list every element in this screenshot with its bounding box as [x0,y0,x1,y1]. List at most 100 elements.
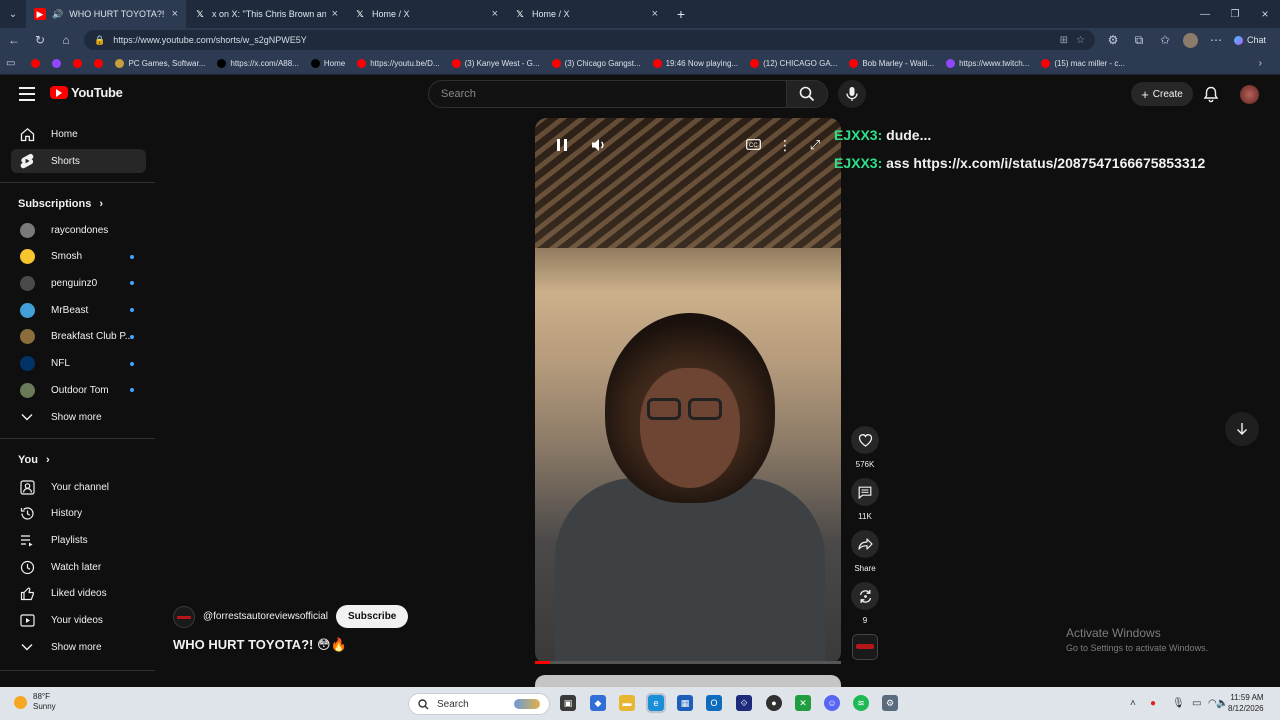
outlook-icon[interactable]: O [706,695,722,711]
discord-icon[interactable]: ☺ [824,695,840,711]
sidebar-item-watch-later[interactable]: Watch later [11,555,146,579]
tab-x-post[interactable]: 𝕏 x on X: "This Chris Brown and Ush × [186,0,346,28]
back-icon[interactable]: ← [6,33,22,47]
create-button[interactable]: + Create [1131,82,1193,106]
sidebar-subscription-item[interactable]: Outdoor Tom [11,378,146,402]
search-input[interactable]: Search [428,80,787,108]
bookmarks-more-chevron-icon[interactable]: › [1259,58,1274,69]
bookmark-item[interactable]: PC Games, Softwar... [109,58,211,68]
weather-widget[interactable]: 88°F Sunny [14,692,56,712]
refresh-icon[interactable]: ↻ [32,33,48,47]
url-field[interactable]: 🔒 https://www.youtube.com/shorts/w_s2gNP… [84,30,1095,50]
fullscreen-icon[interactable]: ⤢ [807,137,823,153]
tray-app-icon[interactable]: ● [1150,698,1156,709]
bookmark-item[interactable]: https://youtu.be/D... [351,58,445,68]
voice-search-button[interactable] [838,80,866,108]
minimize-icon[interactable]: — [1190,9,1220,20]
more-menu-icon[interactable]: ⋯ [1208,33,1224,47]
spotify-icon[interactable]: ≋ [853,695,869,711]
you-header[interactable]: You › [18,454,50,466]
calculator-icon[interactable]: ▦ [677,695,693,711]
close-tab-icon[interactable]: × [332,8,338,20]
bookmark-item[interactable] [67,58,88,68]
copilot-chat-button[interactable]: Chat [1233,35,1274,45]
new-tab-button[interactable]: + [666,6,696,22]
task-view-icon[interactable]: ▣ [560,695,576,711]
sidebar-item-your-videos[interactable]: Your videos [11,609,146,633]
close-tab-icon[interactable]: × [492,8,498,20]
xbox-icon[interactable]: ✕ [795,695,811,711]
bookmark-item[interactable]: https://x.com/A88... [211,58,304,68]
bookmark-item[interactable] [88,58,109,68]
sidebar-item-home[interactable]: Home [11,122,146,146]
show-more-subscriptions[interactable]: Show more [11,405,146,429]
youtube-logo[interactable]: YouTube [50,85,123,100]
sidebar-subscription-item[interactable]: NFL [11,352,146,376]
tab-actions-chevron-icon[interactable]: ⌄ [0,9,26,20]
tab-list-icon[interactable]: ▭ [6,58,15,69]
tray-microphone-icon[interactable]: 🎙 [1172,698,1185,709]
bookmark-item[interactable] [46,58,67,68]
split-screen-icon[interactable]: ⧉ [1131,33,1147,48]
more-options-icon[interactable]: ⋮ [778,137,792,153]
file-explorer-icon[interactable]: ▬ [619,695,635,711]
tab-x-home-2[interactable]: 𝕏 Home / X × [506,0,666,28]
tab-youtube-short[interactable]: ▶ 🔊 WHO HURT TOYOTA?! 😳🔥 × [26,0,186,28]
pause-icon[interactable] [553,138,571,152]
start-windows-icon[interactable] [382,695,398,711]
close-tab-icon[interactable]: × [652,8,658,20]
sidebar-subscription-item[interactable]: raycondones [11,218,146,242]
tray-speaker-icon[interactable]: 🔈 [1216,698,1228,709]
channel-avatar[interactable] [173,605,195,628]
video-progress-track[interactable] [535,661,841,664]
bookmark-item[interactable]: https://www.twitch... [940,58,1035,68]
comments-button[interactable] [851,478,879,506]
sidebar-item-liked-videos[interactable]: Liked videos [11,582,146,606]
share-button[interactable] [851,530,879,558]
sidebar-subscription-item[interactable]: MrBeast [11,298,146,322]
sidebar-subscription-item[interactable]: penguinz0 [11,271,146,295]
favorites-icon[interactable]: ✩ [1157,33,1173,47]
sidebar-item-history[interactable]: History [11,502,146,526]
volume-icon[interactable] [590,137,608,153]
shorts-video-player[interactable]: CC ⋮ ⤢ [535,118,841,664]
restore-icon[interactable]: ❐ [1220,9,1250,20]
bookmark-item[interactable]: (3) Chicago Gangst... [546,58,647,68]
sidebar-item-your-channel[interactable]: Your channel [11,475,146,499]
like-button[interactable] [851,426,879,454]
captions-icon[interactable]: CC [745,138,761,150]
sound-thumbnail[interactable] [852,634,878,660]
next-short-preview[interactable] [535,675,841,687]
sidebar-item-shorts[interactable]: Shorts [11,149,146,173]
bookmark-item[interactable]: Home [305,58,351,68]
bookmark-item[interactable] [25,58,46,68]
taskbar-clock[interactable]: 11:59 AM 8/12/2026 [1228,692,1264,714]
tray-display-icon[interactable]: ▭ [1192,698,1201,709]
bookmark-item[interactable]: Bob Marley - Waiti... [843,58,940,68]
speaker-icon[interactable]: 🔊 [52,9,63,20]
subscriptions-header[interactable]: Subscriptions › [18,198,103,210]
home-browser-icon[interactable]: ⌂ [58,33,74,47]
close-tab-icon[interactable]: × [172,8,178,20]
bookmark-item[interactable]: (15) mac miller - c... [1035,58,1131,68]
bookmark-item[interactable]: 19:46 Now playing... [647,58,745,68]
next-short-button[interactable] [1225,412,1259,446]
sidebar-subscription-item[interactable]: Breakfast Club P... [11,325,146,349]
tab-x-home-1[interactable]: 𝕏 Home / X × [346,0,506,28]
remix-button[interactable] [851,582,879,610]
favorite-star-icon[interactable]: ☆ [1076,35,1085,46]
extensions-icon[interactable]: ⚙ [1105,33,1121,47]
obs-icon[interactable]: ● [766,695,782,711]
taskbar-search[interactable]: Search [408,693,550,715]
show-more-you[interactable]: Show more [11,635,146,659]
notifications-bell-icon[interactable] [1203,86,1219,106]
profile-avatar[interactable] [1182,32,1198,48]
sidebar-item-playlists[interactable]: Playlists [11,528,146,552]
app-store-icon[interactable]: ◆ [590,695,606,711]
channel-name[interactable]: @forrestsautoreviewsofficial [203,611,328,622]
apps-icon[interactable]: ⊞ [1060,35,1068,46]
bookmark-item[interactable]: (3) Kanye West - G... [446,58,546,68]
bookmark-item[interactable]: (12) CHICAGO GA... [744,58,843,68]
close-window-icon[interactable]: × [1250,7,1280,21]
account-avatar[interactable] [1240,85,1259,104]
